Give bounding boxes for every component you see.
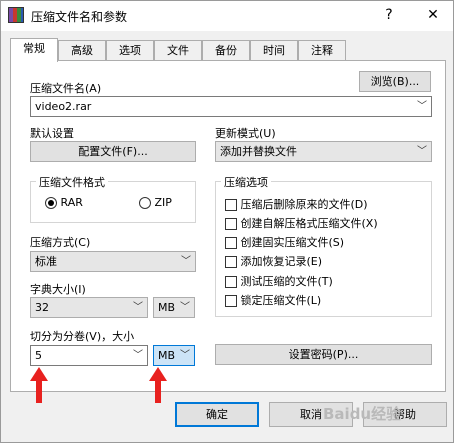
option-label: 压缩后删除原来的文件(D) xyxy=(240,198,368,211)
arrow-up-icon xyxy=(30,367,48,381)
radio-empty-icon xyxy=(139,197,151,209)
tab-options[interactable]: 选项 xyxy=(106,40,154,61)
option-delete-after[interactable]: 压缩后删除原来的文件(D) xyxy=(225,196,368,214)
window-title: 压缩文件名和参数 xyxy=(31,10,128,24)
option-label: 创建固实压缩文件(S) xyxy=(240,236,345,249)
compression-method-label: 压缩方式(C) xyxy=(30,236,91,249)
browse-button[interactable]: 浏览(B)... xyxy=(359,71,431,92)
format-zip-radio[interactable]: ZIP xyxy=(139,196,172,214)
update-mode-label: 更新模式(U) xyxy=(215,127,276,140)
radio-selected-icon xyxy=(45,197,57,209)
option-test-archive[interactable]: 测试压缩的文件(T) xyxy=(225,273,333,291)
split-size-value: 5 xyxy=(35,349,42,362)
help-question-button[interactable]: ? xyxy=(375,3,403,27)
checkbox-icon xyxy=(225,256,237,268)
tab-backup[interactable]: 备份 xyxy=(202,40,250,61)
close-button[interactable]: ✕ xyxy=(419,3,447,27)
format-zip-label: ZIP xyxy=(154,196,172,209)
option-label: 测试压缩的文件(T) xyxy=(240,275,333,288)
dictionary-unit-value: MB xyxy=(158,301,176,314)
option-recovery-record[interactable]: 添加恢复记录(E) xyxy=(225,253,322,271)
baidu-watermark: Baidu经验 xyxy=(323,405,402,423)
arrow-shaft xyxy=(36,381,42,403)
archive-name-input[interactable]: video2.rar ﹀ xyxy=(30,96,432,117)
format-rar-radio[interactable]: RAR xyxy=(45,196,83,214)
split-volumes-label: 切分为分卷(V)，大小 xyxy=(30,330,135,343)
chevron-down-icon: ﹀ xyxy=(417,146,427,157)
checkbox-icon xyxy=(225,218,237,230)
split-unit-select[interactable]: MB ﹀ xyxy=(153,345,195,366)
dictionary-size-label: 字典大小(I) xyxy=(30,283,86,296)
tab-comment[interactable]: 注释 xyxy=(298,40,346,61)
chevron-down-icon: ﹀ xyxy=(181,256,191,267)
option-solid-archive[interactable]: 创建固实压缩文件(S) xyxy=(225,234,344,252)
chevron-down-icon: ﹀ xyxy=(180,350,190,361)
option-label: 锁定压缩文件(L) xyxy=(240,294,322,307)
tab-general[interactable]: 常规 xyxy=(10,38,58,62)
update-mode-select[interactable]: 添加并替换文件 ﹀ xyxy=(215,141,432,162)
dialog-window: 压缩文件名和参数 ? ✕ 常规 高级 选项 文件 备份 时间 注释 压缩文件名(… xyxy=(0,0,454,443)
winrar-app-icon xyxy=(8,7,24,23)
tab-files[interactable]: 文件 xyxy=(154,40,202,61)
option-lock-archive[interactable]: 锁定压缩文件(L) xyxy=(225,292,321,310)
dictionary-size-select[interactable]: 32 ﹀ xyxy=(30,297,148,318)
update-mode-value: 添加并替换文件 xyxy=(220,145,297,158)
archiving-options-label: 压缩选项 xyxy=(221,174,271,190)
chevron-down-icon: ﹀ xyxy=(180,302,190,313)
option-label: 创建自解压格式压缩文件(X) xyxy=(240,217,378,230)
archive-name-value: video2.rar xyxy=(35,100,92,113)
compression-method-select[interactable]: 标准 ﹀ xyxy=(30,251,196,272)
arrow-up-icon xyxy=(149,367,167,381)
red-arrow-annotation-2 xyxy=(149,367,167,407)
tab-advanced[interactable]: 高级 xyxy=(58,40,106,61)
option-create-sfx[interactable]: 创建自解压格式压缩文件(X) xyxy=(225,215,378,233)
compression-method-value: 标准 xyxy=(35,255,57,268)
checkbox-icon xyxy=(225,199,237,211)
chevron-down-icon: ﹀ xyxy=(133,350,143,361)
checkbox-icon xyxy=(225,237,237,249)
chevron-down-icon: ﹀ xyxy=(133,302,143,313)
title-bar: 压缩文件名和参数 ? ✕ xyxy=(1,1,453,31)
default-settings-label: 默认设置 xyxy=(30,127,74,140)
archive-format-label: 压缩文件格式 xyxy=(36,174,108,190)
dictionary-unit-select[interactable]: MB ﹀ xyxy=(153,297,195,318)
arrow-shaft xyxy=(155,381,161,403)
checkbox-icon xyxy=(225,276,237,288)
ok-button[interactable]: 确定 xyxy=(175,402,259,427)
split-unit-value: MB xyxy=(158,349,176,362)
dictionary-size-value: 32 xyxy=(35,301,49,314)
format-rar-label: RAR xyxy=(60,196,83,209)
checkbox-icon xyxy=(225,295,237,307)
tab-time[interactable]: 时间 xyxy=(250,40,298,61)
profiles-button[interactable]: 配置文件(F)... xyxy=(30,141,196,162)
option-label: 添加恢复记录(E) xyxy=(240,255,323,268)
archive-name-label: 压缩文件名(A) xyxy=(30,82,102,95)
split-size-input[interactable]: 5 ﹀ xyxy=(30,345,148,366)
set-password-button[interactable]: 设置密码(P)... xyxy=(215,344,432,365)
red-arrow-annotation-1 xyxy=(30,367,48,407)
chevron-down-icon: ﹀ xyxy=(417,101,427,112)
